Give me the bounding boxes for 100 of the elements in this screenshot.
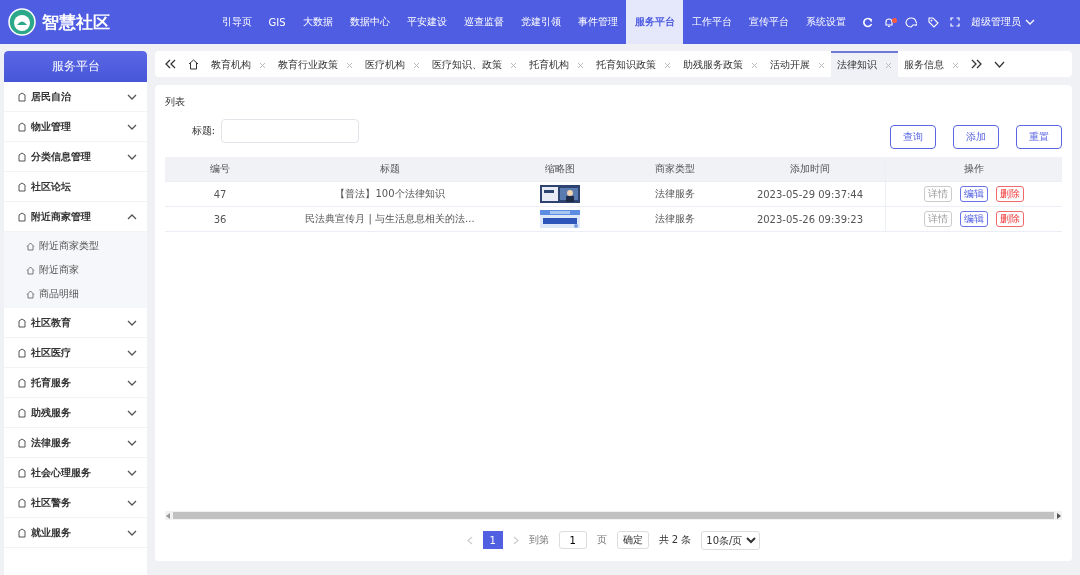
scroll-right-icon[interactable] — [971, 59, 982, 69]
menu-item[interactable]: 居民自治 — [4, 82, 147, 112]
row-action-button[interactable]: 编辑 — [960, 186, 988, 202]
column-header: 编号 — [209, 162, 231, 176]
action-button[interactable]: 重置 — [1016, 125, 1062, 149]
page-unit: 页 — [596, 533, 607, 547]
document-icon — [18, 527, 26, 538]
menu-item[interactable]: 社区论坛 — [4, 172, 147, 202]
page-tab[interactable]: 法律知识 — [831, 51, 898, 77]
scroll-left-icon[interactable] — [165, 59, 176, 69]
page-tab[interactable]: 医疗知识、政策 — [426, 51, 523, 77]
nav-tab[interactable]: 引导页 — [213, 0, 260, 44]
table-cell-text: 36 — [212, 212, 228, 227]
row-action-button[interactable]: 编辑 — [960, 211, 988, 227]
fullscreen-icon[interactable] — [950, 17, 961, 27]
home-icon[interactable] — [188, 58, 199, 70]
menu-item[interactable]: 社会心理服务 — [4, 458, 147, 488]
page-number[interactable]: 1 — [482, 531, 503, 549]
next-icon[interactable] — [512, 535, 519, 545]
nav-tab[interactable]: 数据中心 — [341, 0, 399, 44]
table-cell-text: 2023-05-26 09:39:23 — [755, 212, 865, 227]
row-action-button[interactable]: 删除 — [996, 211, 1024, 227]
column-header: 添加时间 — [789, 162, 831, 176]
submenu-item[interactable]: 商品明细 — [4, 282, 147, 306]
nav-tab[interactable]: 宣传平台 — [740, 0, 798, 44]
close-icon[interactable] — [577, 61, 584, 69]
field-label: 标题: — [190, 124, 215, 138]
submenu-item[interactable]: 附近商家 — [4, 258, 147, 282]
page-input[interactable]: 1 — [558, 531, 587, 549]
page-tab[interactable]: 服务信息 — [898, 51, 965, 77]
document-icon — [18, 121, 26, 132]
close-icon[interactable] — [952, 61, 959, 69]
page-tab[interactable]: 活动开展 — [764, 51, 831, 77]
document-icon — [18, 467, 26, 478]
dropdown-icon[interactable] — [994, 60, 1005, 68]
close-icon[interactable] — [664, 61, 671, 69]
nav-tab[interactable]: 党建引领 — [512, 0, 570, 44]
action-button[interactable]: 添加 — [953, 125, 999, 149]
document-icon — [18, 377, 26, 388]
menu-item[interactable]: 分类信息管理 — [4, 142, 147, 172]
submenu-item[interactable]: 附近商家类型 — [4, 234, 147, 258]
logo-icon — [8, 8, 36, 36]
close-icon[interactable] — [510, 61, 517, 69]
close-icon[interactable] — [885, 61, 892, 69]
chevron-icon — [1025, 19, 1036, 25]
page-size-select[interactable]: 10条/页 — [701, 530, 761, 550]
page-tab[interactable]: 教育行业政策 — [272, 51, 359, 77]
document-icon — [18, 317, 26, 328]
nav-tab[interactable]: GIS — [260, 0, 295, 44]
tag-icon[interactable] — [928, 16, 940, 28]
document-icon — [18, 91, 26, 102]
nav-tab[interactable]: 系统设置 — [797, 0, 855, 44]
menu-item[interactable]: 社区警务 — [4, 488, 147, 518]
close-icon[interactable] — [346, 61, 353, 69]
table-cell-text: 法律服务 — [654, 212, 696, 226]
user-name[interactable]: 超级管理员 — [971, 15, 1022, 29]
confirm-button[interactable]: 确定 — [616, 531, 649, 549]
menu-item[interactable]: 就业服务 — [4, 518, 147, 548]
nav-tab[interactable]: 服务平台 — [626, 0, 684, 44]
action-button[interactable]: 查询 — [890, 125, 936, 149]
sidebar-header: 服务平台 — [4, 51, 147, 82]
column-header: 缩略图 — [544, 162, 576, 176]
close-icon[interactable] — [259, 61, 266, 69]
menu-item[interactable]: 托育服务 — [4, 368, 147, 398]
close-icon[interactable] — [413, 61, 420, 69]
nav-tab[interactable]: 平安建设 — [398, 0, 456, 44]
refresh-icon[interactable] — [862, 16, 874, 28]
section-label: 列表 — [165, 95, 186, 109]
table-cell-text: 2023-05-29 09:37:44 — [755, 187, 865, 202]
nav-tab[interactable]: 大数据 — [294, 0, 342, 44]
page-tab[interactable]: 助残服务政策 — [677, 51, 764, 77]
menu-item[interactable]: 助残服务 — [4, 398, 147, 428]
total-count: 共 2 条 — [658, 533, 692, 547]
previous-icon[interactable] — [466, 535, 473, 545]
menu-item[interactable]: 法律服务 — [4, 428, 147, 458]
menu-item[interactable]: 物业管理 — [4, 112, 147, 142]
nav-tab[interactable]: 巡查监督 — [455, 0, 513, 44]
page-tab[interactable]: 教育机构 — [205, 51, 272, 77]
bell-icon[interactable] — [884, 16, 895, 28]
scroll-right-icon[interactable] — [1056, 512, 1061, 519]
menu-item[interactable]: 社区医疗 — [4, 338, 147, 368]
nav-tab[interactable]: 工作平台 — [683, 0, 741, 44]
document-icon — [18, 497, 26, 508]
document-icon — [18, 211, 26, 222]
page-tab[interactable]: 医疗机构 — [359, 51, 426, 77]
document-icon — [18, 437, 26, 448]
menu-item[interactable]: 社区教育 — [4, 308, 147, 338]
goto-label: 到第 — [528, 533, 549, 547]
page-tab[interactable]: 托育机构 — [523, 51, 590, 77]
row-action-button[interactable]: 删除 — [996, 186, 1024, 202]
column-header: 标题 — [379, 162, 401, 176]
home-icon — [26, 265, 35, 275]
table-cell-text: 法律服务 — [654, 187, 696, 201]
horizontal-scrollbar[interactable] — [165, 511, 1062, 520]
nav-tab[interactable]: 事件管理 — [569, 0, 627, 44]
title-field[interactable] — [221, 119, 359, 143]
close-icon[interactable] — [751, 61, 758, 69]
page-tab[interactable]: 托育知识政策 — [590, 51, 677, 77]
close-icon[interactable] — [818, 61, 825, 69]
document-icon — [18, 407, 26, 418]
